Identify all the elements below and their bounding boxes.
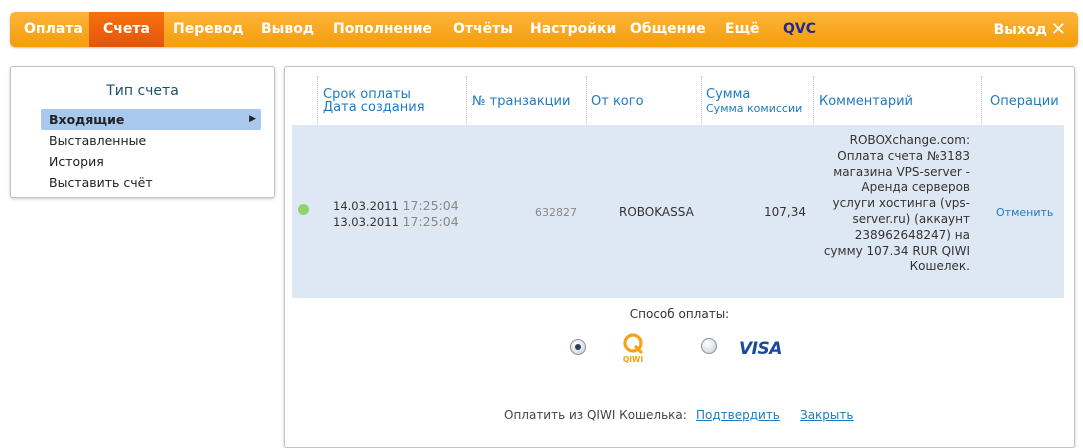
- logout-button[interactable]: Выход ✕: [994, 12, 1066, 47]
- confirm-link[interactable]: Подтвердить: [696, 408, 780, 422]
- created-date: 13.03.2011: [333, 215, 399, 229]
- radio-qiwi[interactable]: [570, 339, 586, 355]
- sidebar-item-create-invoice[interactable]: Выставить счёт: [41, 172, 271, 193]
- cancel-link[interactable]: Отменить: [996, 206, 1053, 219]
- pay-from-qiwi-label: Оплатить из QIWI Кошелька:: [504, 408, 687, 422]
- header-transaction[interactable]: № транзакции: [472, 94, 570, 109]
- sidebar-item-incoming[interactable]: Входящие ▶: [41, 109, 261, 130]
- header-commission[interactable]: Сумма комиссии: [706, 102, 802, 115]
- due-date: 14.03.2011: [333, 199, 399, 213]
- account-type-menu: Входящие ▶ Выставленные История Выставит…: [41, 109, 271, 193]
- nav-item-accounts[interactable]: Счета: [89, 12, 164, 47]
- nav-item-settings[interactable]: Настройки: [530, 12, 616, 47]
- nav-item-reports[interactable]: Отчёты: [453, 12, 513, 47]
- header-sum[interactable]: Сумма: [706, 87, 750, 102]
- amount: 107,34: [764, 205, 806, 219]
- header-comment[interactable]: Комментарий: [819, 94, 913, 109]
- account-type-title: Тип счета: [106, 83, 179, 99]
- header-from[interactable]: От кого: [591, 94, 644, 109]
- nav-item-withdraw[interactable]: Вывод: [261, 12, 314, 47]
- qiwi-wordmark: QIWI: [623, 355, 643, 364]
- arrow-right-icon: ▶: [249, 114, 256, 124]
- account-type-panel: Тип счета Входящие ▶ Выставленные Истори…: [10, 66, 275, 198]
- nav-item-communication[interactable]: Общение: [630, 12, 706, 47]
- sender: ROBOKASSA: [619, 205, 694, 219]
- nav-item-transfer[interactable]: Перевод: [173, 12, 244, 47]
- header-created[interactable]: Дата создания: [323, 100, 425, 115]
- sidebar-item-issued[interactable]: Выставленные: [41, 130, 271, 151]
- nav-item-topup[interactable]: Пополнение: [333, 12, 432, 47]
- nav-item-more[interactable]: Ещё: [725, 12, 760, 47]
- qiwi-logo: QIWI: [623, 333, 643, 364]
- close-icon: ✕: [1050, 19, 1066, 40]
- transaction-number: 632827: [535, 206, 577, 219]
- header-operations: Операции: [990, 94, 1059, 109]
- comment-text: ROBOXchange.com: Оплата счета №3183 мага…: [823, 133, 970, 274]
- top-nav: Оплата Счета Перевод Вывод Пополнение От…: [10, 12, 1078, 47]
- sidebar-item-label: Входящие: [49, 112, 125, 127]
- due-time: 17:25:04: [402, 198, 459, 213]
- invoices-panel: Срок оплаты Дата создания № транзакции О…: [284, 66, 1075, 448]
- logout-label: Выход: [993, 22, 1047, 38]
- nav-item-qvc[interactable]: QVC: [783, 12, 816, 47]
- close-link[interactable]: Закрыть: [800, 408, 853, 422]
- row-dates: 14.03.2011 17:25:04 13.03.2011 17:25:04: [333, 198, 459, 230]
- nav-item-payment[interactable]: Оплата: [24, 12, 83, 47]
- radio-visa[interactable]: [701, 338, 717, 354]
- payment-method-label: Способ оплаты:: [629, 307, 730, 321]
- sidebar-item-history[interactable]: История: [41, 151, 271, 172]
- created-time: 17:25:04: [402, 214, 459, 229]
- status-indicator: [298, 204, 309, 215]
- visa-logo: VISA: [739, 339, 782, 359]
